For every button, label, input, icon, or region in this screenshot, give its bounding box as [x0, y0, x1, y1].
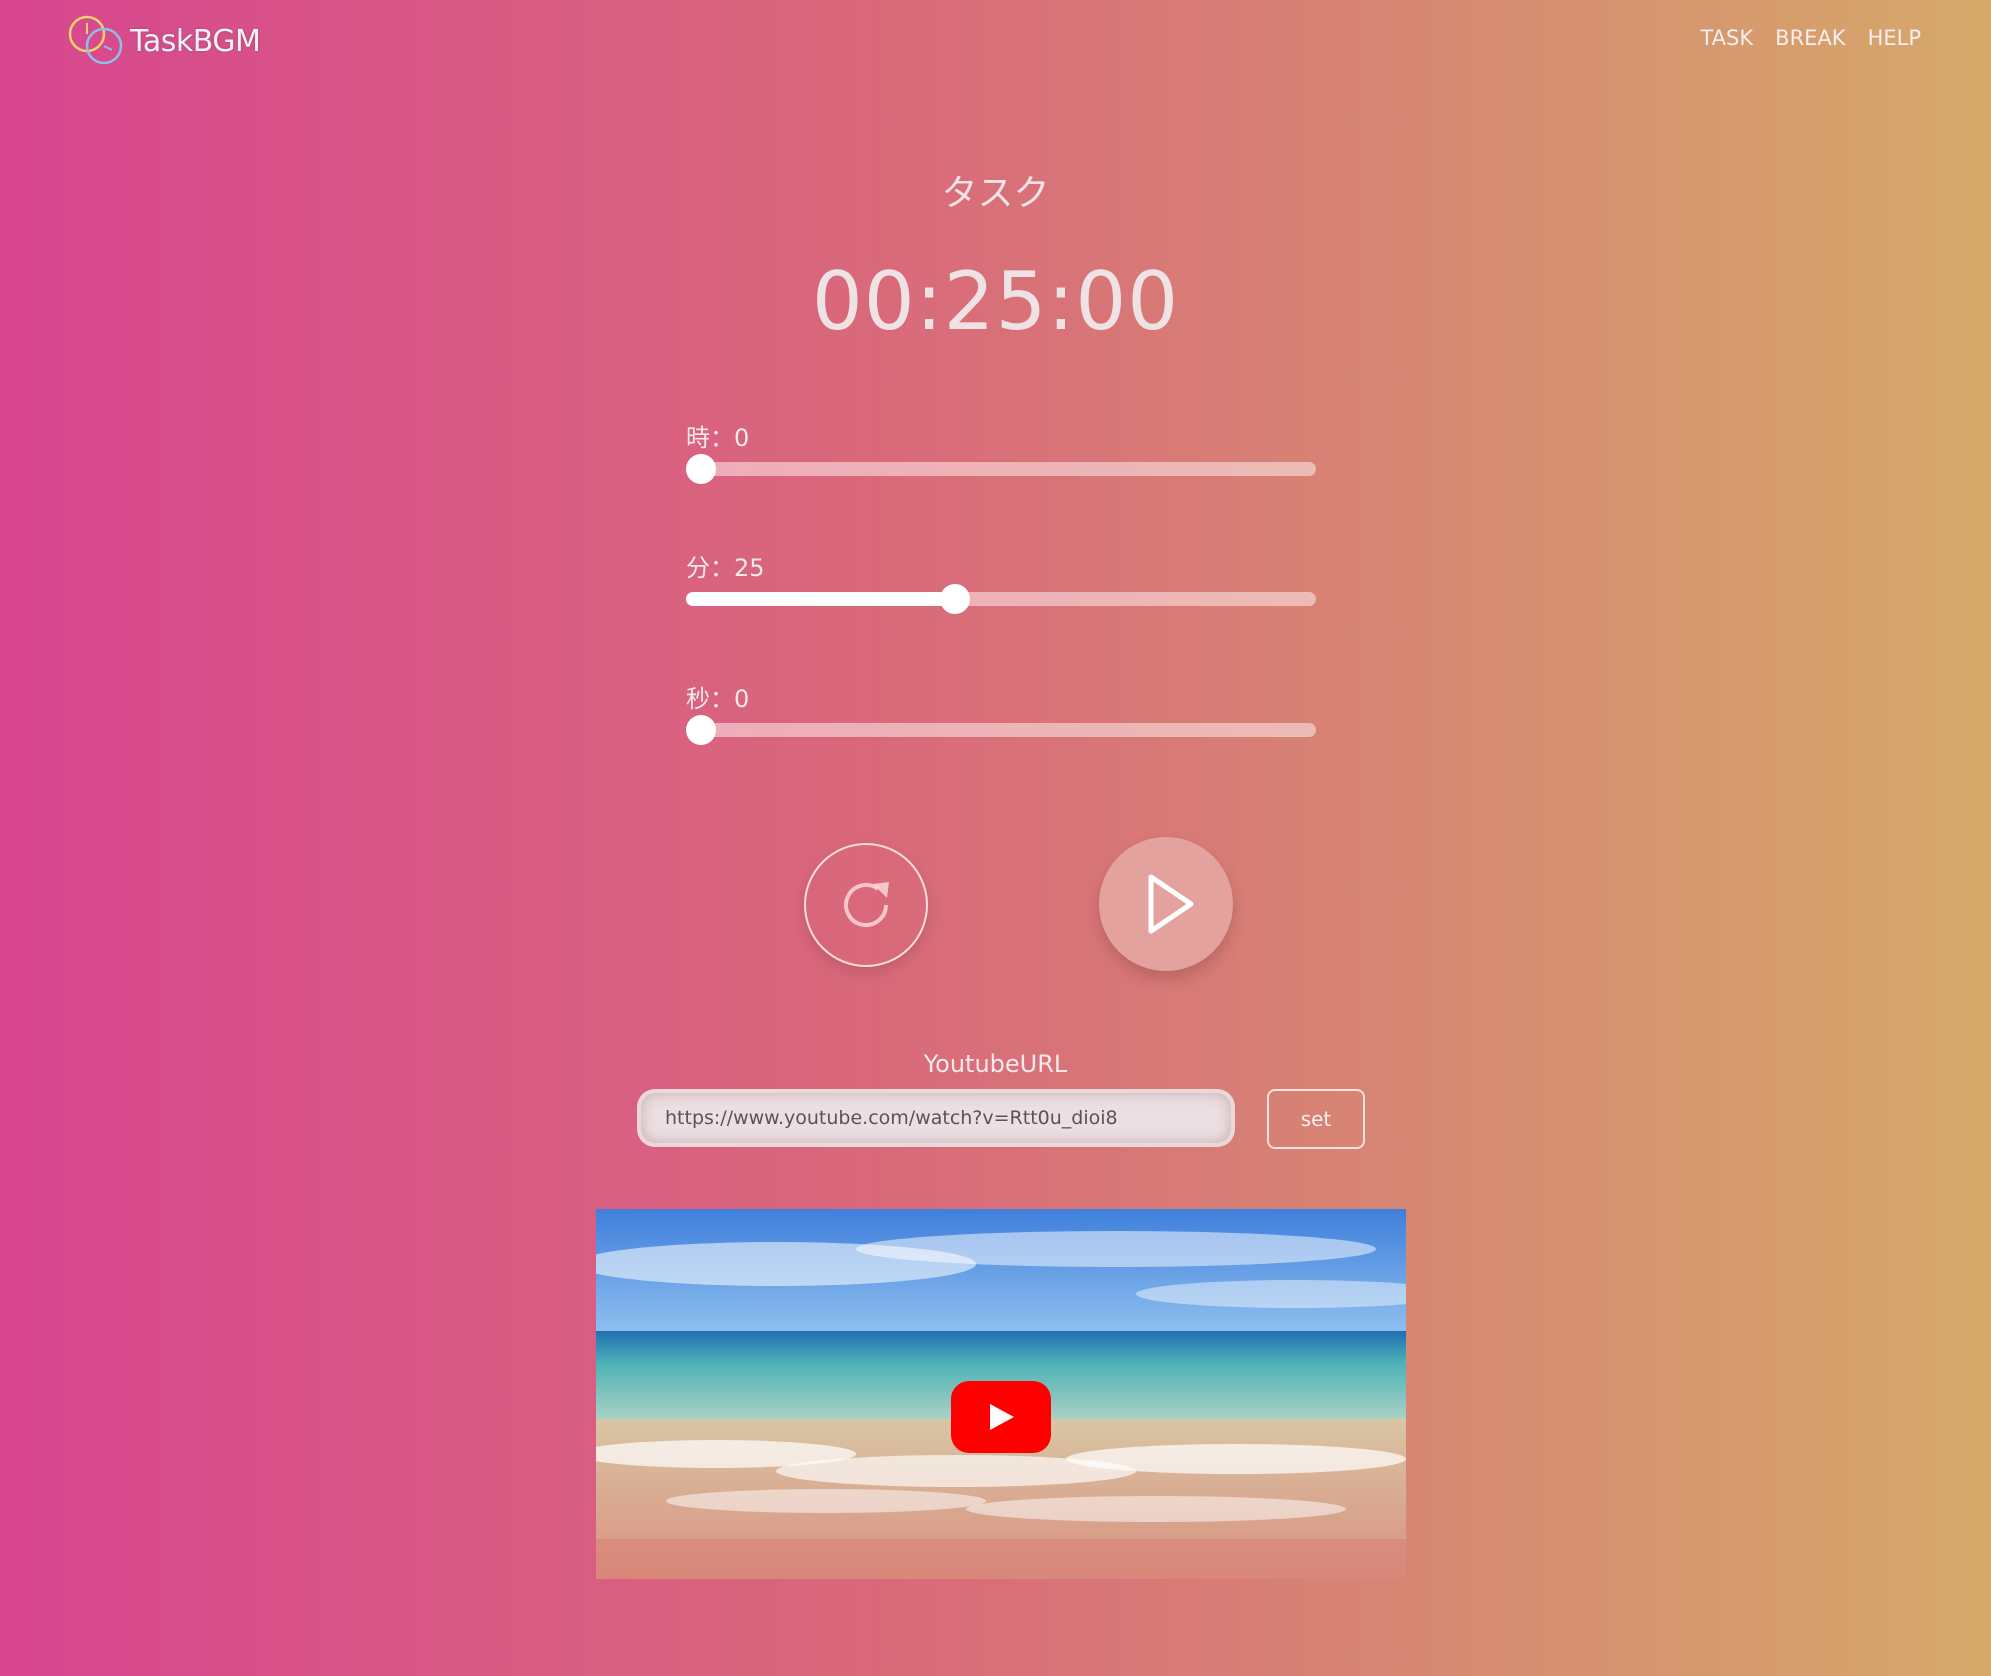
- reset-icon: [844, 882, 889, 927]
- hours-slider[interactable]: [686, 454, 1316, 484]
- nav-break[interactable]: BREAK: [1775, 26, 1845, 50]
- youtube-url-input[interactable]: [637, 1089, 1235, 1147]
- start-button[interactable]: [1099, 837, 1233, 971]
- seconds-slider[interactable]: [686, 715, 1316, 745]
- timer-display: 00:25:00: [811, 255, 1180, 348]
- seconds-slider-block: 秒：0: [686, 679, 1316, 745]
- nav-help[interactable]: HELP: [1868, 26, 1921, 50]
- set-button[interactable]: set: [1267, 1089, 1365, 1149]
- youtube-play-button[interactable]: [951, 1381, 1051, 1453]
- logo[interactable]: TaskBGM: [66, 12, 261, 70]
- youtube-play-icon: [990, 1404, 1014, 1430]
- header: TaskBGM TASK BREAK HELP: [0, 0, 1991, 90]
- seconds-label: 秒：0: [686, 685, 750, 713]
- reset-button[interactable]: [804, 843, 928, 967]
- seconds-slider-thumb[interactable]: [686, 715, 716, 745]
- nav-task[interactable]: TASK: [1700, 26, 1753, 50]
- youtube-video-embed[interactable]: [596, 1209, 1406, 1579]
- minutes-label: 分：25: [686, 554, 765, 582]
- hours-slider-block: 時：0: [686, 418, 1316, 484]
- play-icon: [1148, 874, 1194, 934]
- top-nav: TASK BREAK HELP: [1700, 26, 1921, 50]
- minutes-slider-thumb[interactable]: [940, 584, 971, 614]
- youtube-url-label: YoutubeURL: [923, 1050, 1068, 1078]
- minutes-slider[interactable]: [686, 584, 1316, 614]
- clock-logo-icon: [68, 15, 123, 65]
- hours-label: 時：0: [686, 424, 750, 452]
- minutes-slider-fill: [686, 592, 956, 606]
- hours-slider-thumb[interactable]: [686, 454, 716, 484]
- app-name: TaskBGM: [130, 23, 261, 59]
- mode-title: タスク: [941, 173, 1050, 214]
- minutes-slider-block: 分：25: [686, 548, 1316, 614]
